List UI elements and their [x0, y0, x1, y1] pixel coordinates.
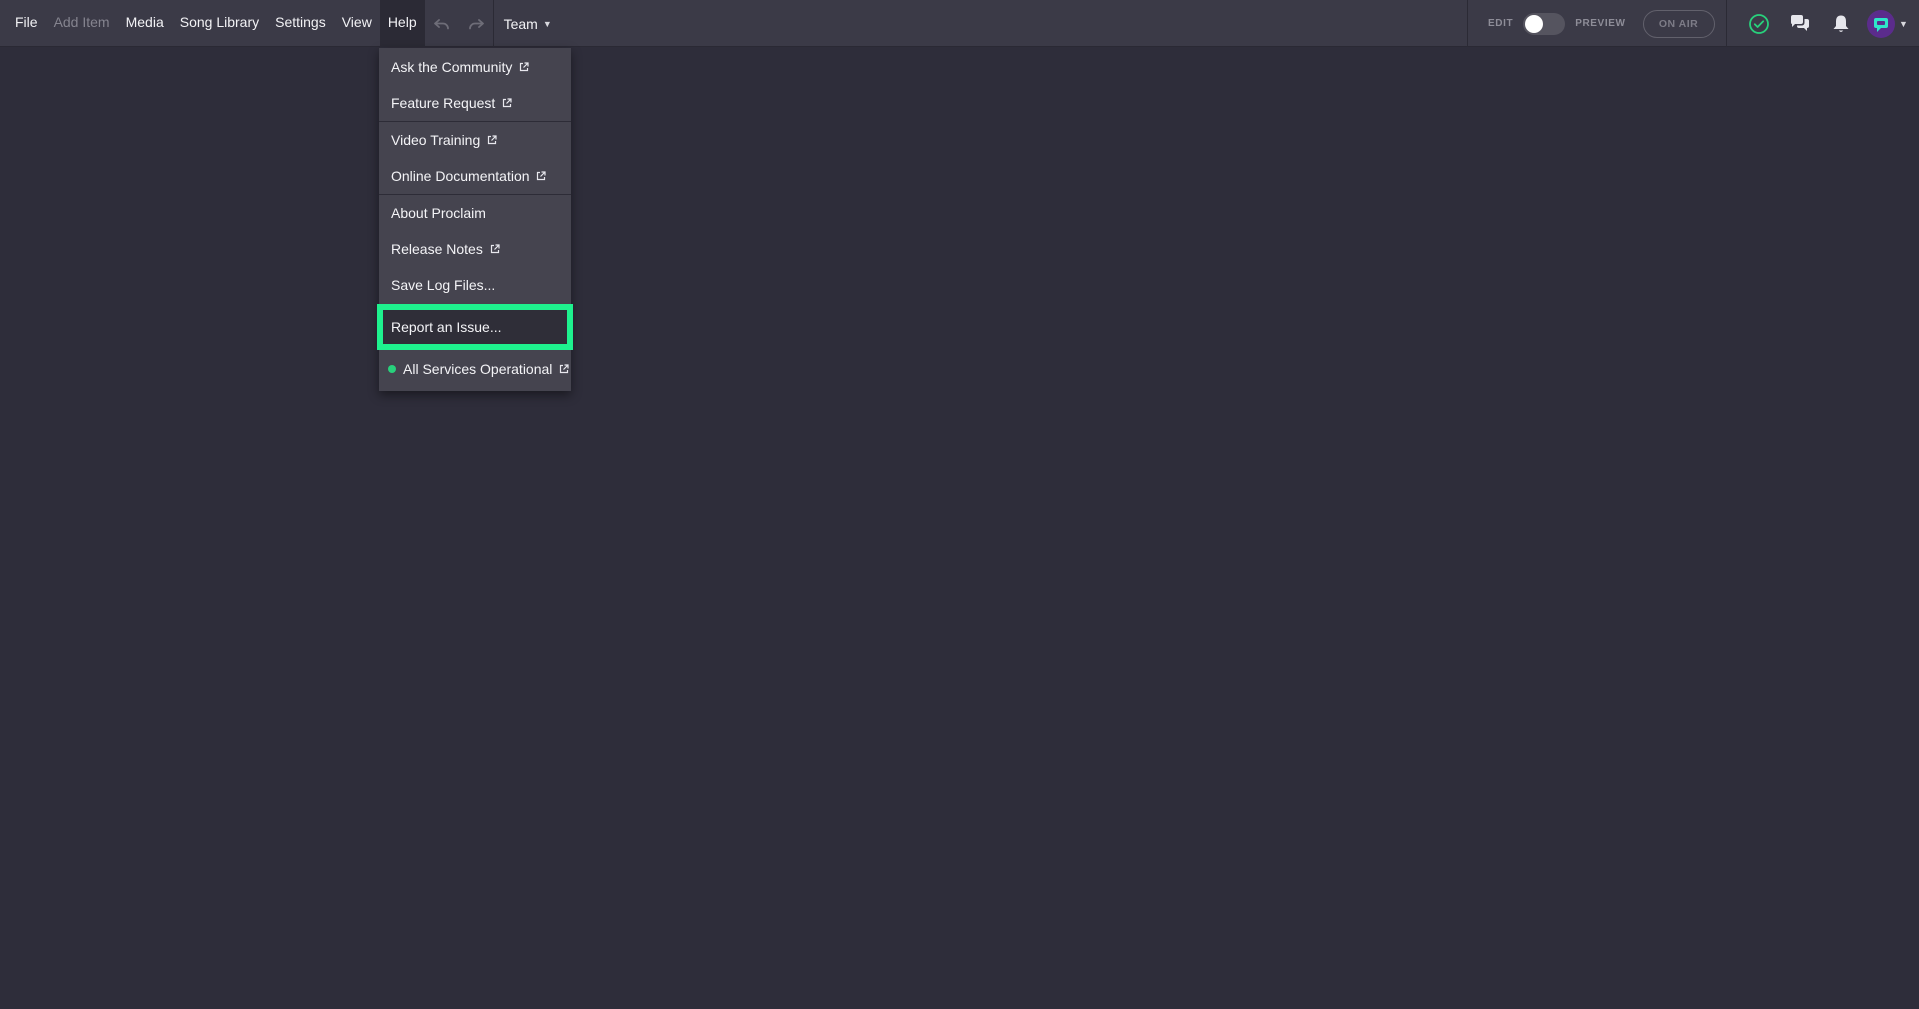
redo-button[interactable] [459, 0, 493, 47]
menu-item-label: Online Documentation [391, 168, 530, 184]
external-link-icon [490, 244, 500, 254]
menu-item-label: All Services Operational [403, 361, 553, 377]
top-bar: File Add Item Media Song Library Setting… [0, 0, 1919, 47]
menu-settings[interactable]: Settings [267, 0, 334, 47]
help-item-release-notes[interactable]: Release Notes [379, 231, 571, 267]
check-circle-icon [1748, 13, 1769, 34]
status-dot-icon [388, 365, 396, 374]
menu-add-item[interactable]: Add Item [46, 0, 118, 47]
account-menu[interactable]: ▼ [1867, 9, 1908, 38]
on-air-button[interactable]: ON AIR [1642, 9, 1715, 38]
help-item-save-log-files[interactable]: Save Log Files... [379, 267, 571, 303]
menu-view[interactable]: View [334, 0, 380, 47]
help-item-video-training[interactable]: Video Training [379, 122, 571, 158]
header-actions: ▼ [1738, 0, 1919, 47]
menu-item-label: Save Log Files... [391, 277, 496, 293]
help-item-online-documentation[interactable]: Online Documentation [379, 158, 571, 194]
menu-help[interactable]: Help [379, 0, 425, 47]
chat-icon [1790, 14, 1809, 31]
menu-bar: File Add Item Media Song Library Setting… [7, 0, 562, 47]
help-menu-dropdown: Ask the Community Feature Request Video … [377, 48, 573, 391]
edit-preview-toggle[interactable] [1523, 12, 1566, 35]
bell-icon [1833, 15, 1848, 32]
team-label: Team [503, 15, 538, 32]
external-link-icon [503, 98, 512, 108]
edit-mode-label: EDIT [1488, 18, 1514, 29]
status-button[interactable] [1738, 0, 1779, 47]
help-item-service-status[interactable]: All Services Operational [379, 351, 571, 387]
external-link-icon [488, 135, 497, 145]
menu-item-label: Release Notes [391, 241, 483, 257]
redo-icon [468, 18, 484, 29]
menu-item-label: Ask the Community [391, 59, 513, 75]
notifications-button[interactable] [1820, 0, 1861, 47]
preview-mode-label: PREVIEW [1575, 18, 1626, 29]
team-dropdown[interactable]: Team ▼ [494, 0, 562, 47]
menu-item-label: Video Training [391, 132, 481, 148]
chevron-down-icon: ▼ [542, 18, 552, 29]
undo-icon [433, 18, 449, 29]
help-item-about-proclaim[interactable]: About Proclaim [379, 195, 571, 231]
avatar [1867, 9, 1895, 38]
external-link-icon [520, 62, 529, 72]
menu-item-label: Feature Request [391, 95, 496, 111]
proclaim-logo-icon [1874, 17, 1888, 32]
menu-file[interactable]: File [7, 0, 46, 47]
help-item-ask-community[interactable]: Ask the Community [379, 49, 571, 85]
menu-song-library[interactable]: Song Library [172, 0, 267, 47]
menu-media[interactable]: Media [118, 0, 172, 47]
menu-item-label: Report an Issue... [391, 319, 502, 335]
toggle-knob [1525, 14, 1544, 33]
mode-switcher: EDIT PREVIEW ON AIR [1467, 0, 1727, 47]
menu-item-label: About Proclaim [391, 205, 486, 221]
undo-button[interactable] [425, 0, 459, 47]
help-item-report-issue[interactable]: Report an Issue... [377, 304, 573, 350]
chat-button[interactable] [1779, 0, 1820, 47]
help-item-feature-request[interactable]: Feature Request [379, 85, 571, 121]
chevron-down-icon: ▼ [1899, 18, 1908, 29]
external-link-icon [560, 364, 569, 374]
external-link-icon [537, 171, 547, 181]
